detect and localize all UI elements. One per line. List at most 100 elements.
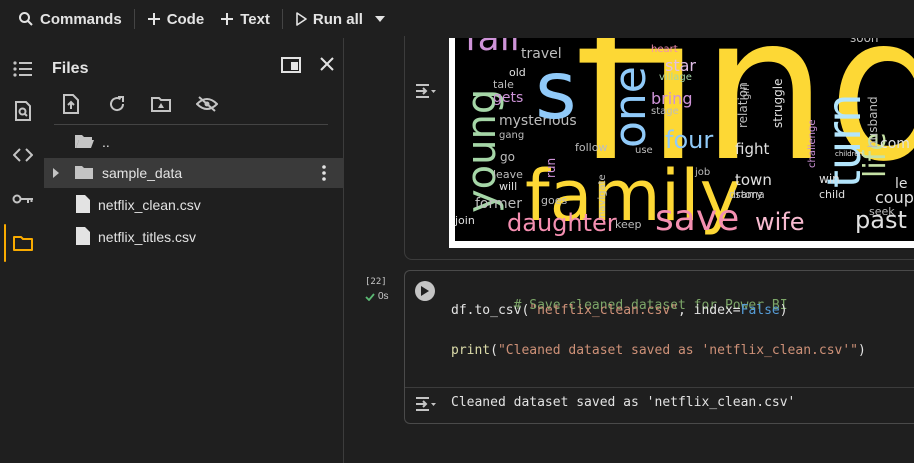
wordcloud-word: struggle (771, 79, 785, 128)
output-divider (405, 387, 914, 388)
run-all-button[interactable]: Run all (287, 5, 371, 33)
code-token: df.to_csv( (451, 303, 530, 318)
tree-item-parent[interactable]: .. (44, 127, 344, 157)
wordcloud-word: follow (575, 141, 607, 154)
wordcloud-word: fall (465, 38, 520, 59)
add-code-button[interactable]: Code (139, 5, 213, 33)
tree-item-sample-data[interactable]: sample_data (44, 158, 344, 188)
close-icon[interactable] (316, 53, 338, 75)
toolbar-divider (133, 9, 135, 29)
wordcloud-word: former (475, 196, 522, 212)
left-rail (0, 38, 44, 463)
chevron-right-icon[interactable] (52, 165, 60, 181)
upload-file-icon[interactable] (60, 93, 82, 115)
active-indicator (4, 224, 6, 262)
tree-item-label: netflix_clean.csv (98, 197, 201, 213)
wordcloud-svg: findfamilysaveyoung one turnlifedaughter wi… (455, 38, 914, 239)
refresh-icon[interactable] (106, 93, 128, 115)
wordcloud-word: save (655, 198, 739, 239)
cell-output-text: Cleaned dataset saved as 'netflix_clean.… (451, 395, 796, 410)
folder-icon (74, 164, 94, 183)
wordcloud-word: four (665, 126, 713, 154)
wordcloud-image: find family save young one turn life daughter wi… (449, 38, 914, 248)
commands-label: Commands (40, 10, 122, 28)
code-line: print("Cleaned dataset saved as 'netflix… (451, 343, 866, 358)
code-token: ) (858, 343, 866, 358)
wordcloud-word: gang (499, 130, 524, 141)
wordcloud-word: go (500, 150, 515, 164)
wordcloud-word: village (659, 72, 692, 83)
wordcloud-word: le (895, 176, 908, 192)
caret-down-icon (374, 16, 385, 22)
wordcloud-canvas: find family save young one turn life daughter wi… (455, 38, 914, 241)
wordcloud-word: keep (615, 218, 642, 231)
check-icon (365, 292, 375, 301)
code-function: print (451, 343, 491, 358)
wordcloud-word: gets (493, 90, 523, 106)
folder-icon[interactable] (12, 232, 34, 254)
files-panel: Files .. sample_data netflix_clean.csv n… (44, 38, 344, 463)
mount-drive-icon[interactable] (150, 93, 172, 115)
wordcloud-word: com (880, 136, 910, 152)
wordcloud-word: use (635, 145, 653, 156)
secrets-key-icon[interactable] (12, 188, 34, 210)
tree-item-label: netflix_titles.csv (98, 229, 197, 245)
folder-open-icon (74, 133, 94, 152)
more-options-icon[interactable] (322, 165, 326, 184)
execution-time: 0s (378, 291, 389, 302)
commands-button[interactable]: Commands (10, 5, 130, 33)
run-cell-button[interactable] (415, 281, 435, 301)
code-line: df.to_csv("netflix_clean.csv", index=Fal… (451, 303, 788, 318)
toolbar-divider (281, 9, 283, 29)
wordcloud-word: girl (741, 84, 752, 100)
output-toggle-icon[interactable] (415, 82, 437, 100)
wordcloud-word: one (605, 66, 656, 148)
code-string: "netflix_clean.csv" (529, 303, 678, 318)
find-replace-icon[interactable] (12, 100, 34, 122)
code-token: ) (779, 303, 788, 318)
text-label: Text (240, 10, 270, 28)
code-keyword: False (740, 303, 780, 318)
tree-item-netflix-titles[interactable]: netflix_titles.csv (44, 222, 344, 252)
code-editor[interactable]: # Save cleaned dataset for Power BI df.t… (405, 271, 914, 387)
table-of-contents-icon[interactable] (12, 58, 34, 80)
code-label: Code (166, 10, 205, 28)
tree-item-label: sample_data (102, 165, 183, 181)
output-toggle-icon[interactable] (415, 395, 437, 413)
code-string: "Cleaned dataset saved as 'netflix_clean… (497, 343, 858, 358)
wordcloud-word: stage (651, 106, 679, 117)
wordcloud-word: wife (755, 208, 805, 236)
wordcloud-word: run (544, 158, 558, 178)
plus-icon (147, 13, 160, 25)
code-cell[interactable]: # Save cleaned dataset for Power BI df.t… (404, 270, 914, 424)
wordcloud-word: goes (541, 194, 567, 207)
wordcloud-word: navigate (597, 174, 608, 218)
execution-count: [22] (365, 277, 387, 287)
wordcloud-word: soon (850, 38, 879, 45)
wordcloud-word: challenge (807, 119, 818, 168)
wordcloud-word: join (455, 214, 475, 227)
wordcloud-word: story (735, 188, 763, 201)
wordcloud-word: husband (866, 96, 880, 148)
tree-item-netflix-clean[interactable]: netflix_clean.csv (44, 190, 344, 220)
wordcloud-word: win (819, 172, 840, 186)
plus-icon (221, 13, 234, 25)
search-icon (19, 12, 33, 26)
wordcloud-word: child (819, 188, 845, 201)
hide-files-icon[interactable] (196, 93, 218, 115)
open-in-tab-icon[interactable] (280, 54, 302, 76)
wordcloud-word: young (459, 89, 505, 213)
wordcloud-word: town (735, 171, 772, 189)
panel-divider (54, 124, 328, 125)
notebook-toolbar: Commands Code Text Run all (0, 0, 914, 38)
code-snippets-icon[interactable] (12, 144, 34, 166)
wordcloud-word: s (535, 44, 577, 137)
add-text-button[interactable]: Text (212, 5, 278, 33)
run-all-label: Run all (312, 10, 363, 28)
run-all-menu-button[interactable] (371, 5, 395, 33)
wordcloud-word: will (499, 180, 517, 193)
wordcloud-word: job (694, 167, 710, 178)
notebook-main: find family save young one turn life daughter wi… (345, 36, 914, 463)
wordcloud-word: children (835, 150, 863, 158)
wordcloud-word: heart (651, 44, 678, 55)
